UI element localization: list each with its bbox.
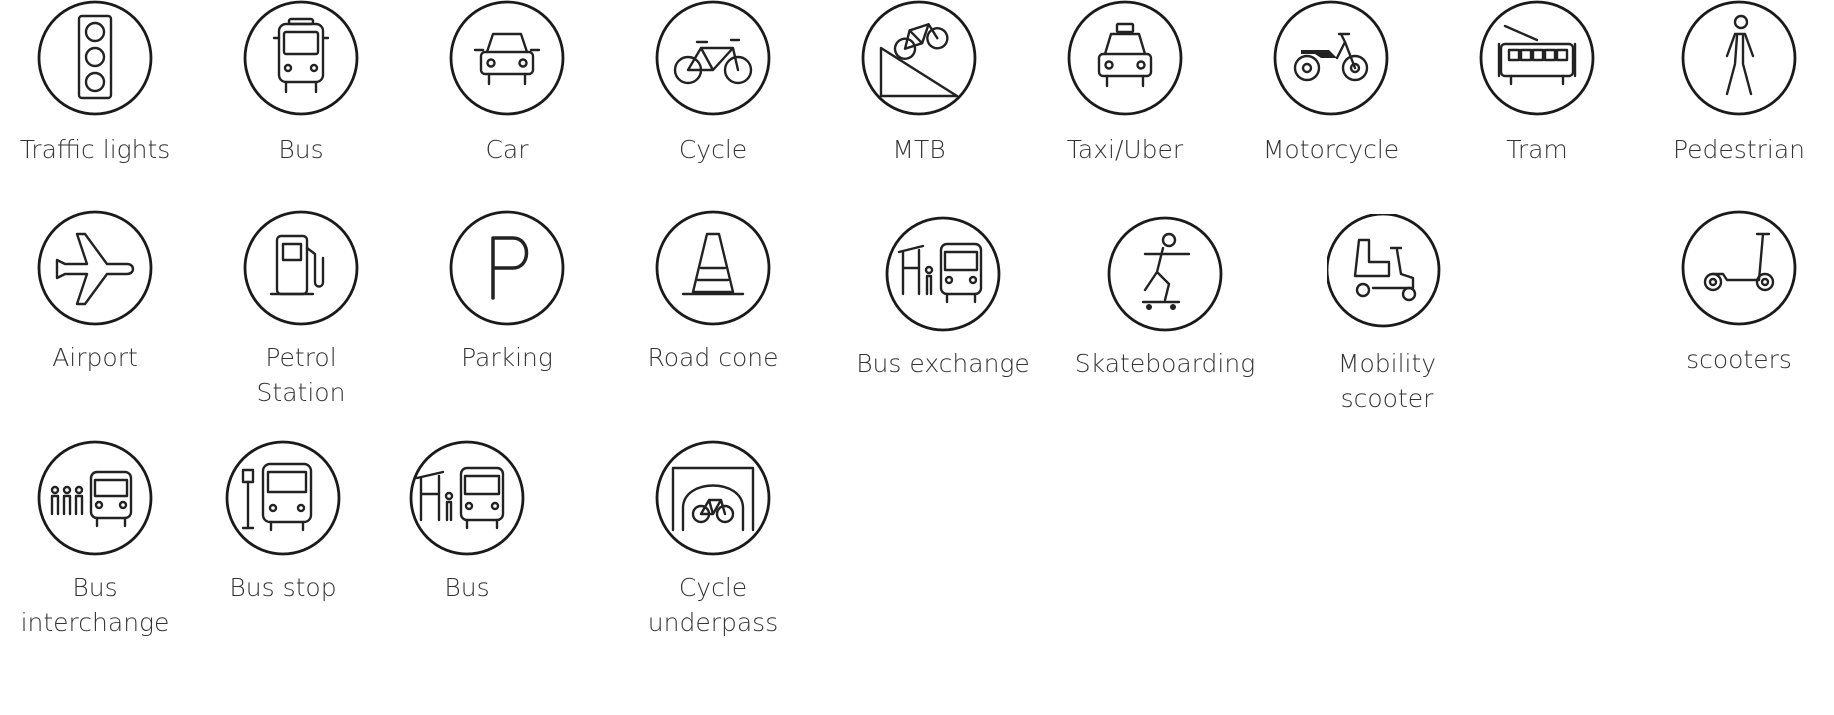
icon-tile-bus-interchange: Bus interchange [0, 438, 190, 640]
icon-tile-cycle: Cycle [618, 0, 808, 167]
traffic-lights-icon [37, 0, 153, 116]
cycle-icon [655, 0, 771, 116]
petrol-station-icon [243, 210, 359, 326]
bus-icon [243, 0, 359, 116]
taxi-icon [1067, 0, 1183, 116]
icon-label: Bus [444, 573, 490, 602]
icon-label: Mobility scooter [1337, 349, 1437, 413]
tram-icon [1479, 0, 1595, 116]
airport-icon [37, 210, 153, 326]
icon-label: Cycle [678, 135, 748, 164]
pedestrian-icon [1681, 0, 1797, 116]
icon-tile-pedestrian: Pedestrian [1644, 0, 1834, 167]
parking-icon [449, 210, 565, 326]
icon-label: Skateboarding [1074, 349, 1256, 378]
icon-label: Bus interchange [20, 573, 170, 637]
icon-tile-skateboarding: Skateboarding [1070, 214, 1260, 381]
bus-shelter-icon [409, 440, 525, 556]
icon-label: Cycle underpass [647, 573, 779, 637]
bus-exchange-icon [885, 216, 1001, 332]
mtb-icon [861, 0, 977, 116]
icon-tile-scooters: scooters [1644, 210, 1834, 377]
icon-tile-mobility-scooter: Mobility scooter [1292, 214, 1482, 416]
icon-tile-airport: Airport [0, 208, 190, 375]
icon-tile-bus-shelter: Bus [372, 438, 562, 605]
cycle-underpass-icon [655, 440, 771, 556]
icon-tile-taxi: Taxi/Uber [1030, 0, 1220, 167]
icon-tile-road-cone: Road cone [618, 208, 808, 375]
icon-label: Bus [278, 135, 324, 164]
icon-label: Airport [52, 343, 138, 372]
bus-interchange-icon [37, 440, 153, 556]
icon-label: Motorcycle [1262, 135, 1400, 164]
icon-label: Petrol Station [256, 343, 346, 407]
icon-tile-tram: Tram [1442, 0, 1632, 167]
icon-label: Bus stop [229, 573, 337, 602]
icon-label: Car [485, 135, 529, 164]
icon-label: Traffic lights [19, 135, 171, 164]
icon-tile-motorcycle: Motorcycle [1236, 0, 1426, 167]
bus-stop-icon [225, 440, 341, 556]
motorcycle-icon [1273, 0, 1389, 116]
icon-tile-cycle-underpass: Cycle underpass [618, 438, 808, 640]
icon-label: Parking [461, 343, 553, 372]
scooters-icon [1681, 210, 1797, 326]
icon-label: Bus exchange [856, 349, 1030, 378]
icon-tile-bus: Bus [206, 0, 396, 167]
icon-label: Road cone [647, 343, 779, 372]
road-cone-icon [655, 210, 771, 326]
icon-tile-petrol-station: Petrol Station [206, 208, 396, 410]
icon-label: Pedestrian [1672, 135, 1806, 164]
icon-label: Taxi/Uber [1066, 135, 1184, 164]
icon-tile-car: Car [412, 0, 602, 167]
car-icon [449, 0, 565, 116]
icon-tile-bus-exchange: Bus exchange [848, 214, 1038, 381]
skateboarding-icon [1107, 216, 1223, 332]
icon-label: Tram [1506, 135, 1568, 164]
icon-tile-mtb: MTB [824, 0, 1014, 167]
mobility-scooter-icon [1327, 214, 1441, 328]
icon-label: MTB [892, 135, 946, 164]
icon-tile-traffic-lights: Traffic lights [0, 0, 190, 167]
icon-tile-parking: Parking [412, 208, 602, 375]
icon-tile-bus-stop: Bus stop [188, 438, 378, 605]
icon-label: scooters [1686, 345, 1792, 374]
